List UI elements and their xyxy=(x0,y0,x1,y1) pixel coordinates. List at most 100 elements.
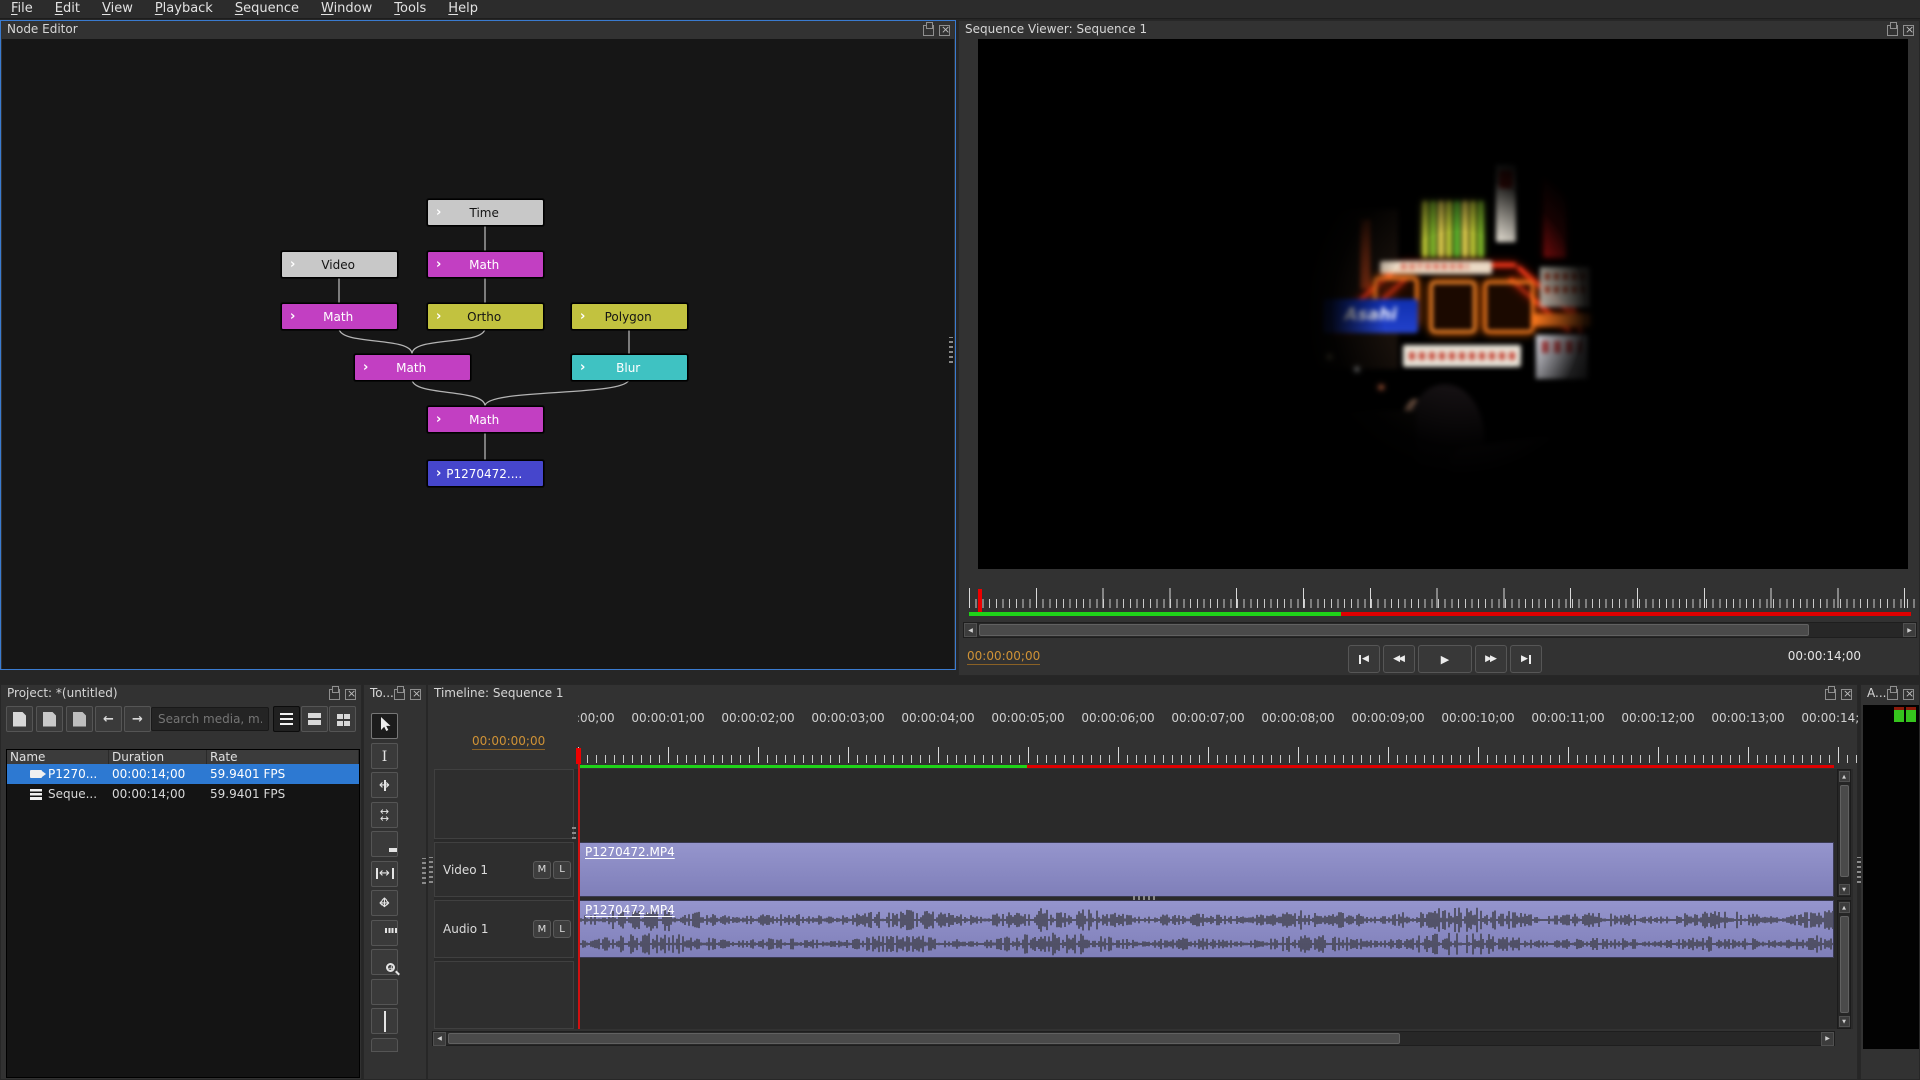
close-panel-icon[interactable] xyxy=(939,23,950,36)
close-panel-icon[interactable] xyxy=(345,687,356,700)
menu-file[interactable]: File xyxy=(0,0,44,19)
scroll-up-arrow[interactable]: ▲ xyxy=(1838,771,1850,782)
slip-tool-button[interactable]: ↔ xyxy=(371,860,398,887)
save-project-button[interactable] xyxy=(66,706,93,732)
rewind-button[interactable]: ◀◀ xyxy=(1383,645,1415,673)
node-graph-canvas[interactable]: › Time › Video › Math › Math › Ortho › Polygon › Math… xyxy=(2,39,954,669)
new-project-button[interactable] xyxy=(6,706,33,732)
lock-button[interactable]: L xyxy=(553,920,571,938)
timeline-playhead[interactable] xyxy=(576,748,581,764)
node-blur[interactable]: › Blur xyxy=(571,354,688,381)
menu-view[interactable]: View xyxy=(91,0,144,19)
scrollbar-thumb[interactable] xyxy=(979,624,1809,636)
skip-to-end-button[interactable]: ▶ xyxy=(1510,645,1542,673)
scroll-up-arrow[interactable]: ▲ xyxy=(1838,902,1850,913)
search-input[interactable] xyxy=(151,707,269,731)
scroll-down-arrow[interactable]: ▼ xyxy=(1838,1016,1850,1027)
scroll-right-arrow[interactable]: ▶ xyxy=(1903,623,1916,637)
menu-tools[interactable]: Tools xyxy=(383,0,437,19)
column-rate[interactable]: Rate xyxy=(207,750,359,764)
menu-sequence[interactable]: Sequence xyxy=(224,0,310,19)
node-polygon[interactable]: › Polygon xyxy=(571,303,688,330)
slide-tool-button[interactable]: ↔ ↕ xyxy=(371,890,398,916)
transition-tool-button[interactable] xyxy=(371,1008,398,1034)
table-header[interactable]: Name Duration Rate xyxy=(7,750,359,764)
scroll-left-arrow[interactable]: ◀ xyxy=(433,1031,446,1046)
node-output[interactable]: › P1270472.... xyxy=(427,460,544,487)
node-video[interactable]: › Video xyxy=(281,251,398,278)
node-math1[interactable]: › Math xyxy=(427,251,544,278)
edit-tool-button[interactable]: I xyxy=(371,742,398,769)
panel-resize-handle[interactable] xyxy=(422,858,426,884)
record-tool-button[interactable] xyxy=(371,978,398,1005)
track-header-video1[interactable]: Video 1 M L xyxy=(434,842,574,897)
fast-forward-button[interactable]: ▶▶ xyxy=(1475,645,1507,673)
media-row-video[interactable]: P1270... 00:00:14;00 59.9401 FPS xyxy=(7,764,359,784)
float-panel-icon[interactable] xyxy=(1887,686,1898,700)
skip-to-start-button[interactable]: ◀ xyxy=(1348,645,1380,673)
scroll-right-arrow[interactable]: ▶ xyxy=(1821,1031,1834,1046)
tool-add-button-partial[interactable] xyxy=(371,1038,398,1052)
ripple-tool-button[interactable]: ↔ xyxy=(371,772,398,798)
close-panel-icon[interactable] xyxy=(410,687,421,700)
float-panel-icon[interactable] xyxy=(394,686,405,700)
rolling-tool-button[interactable]: ↔ ↔ xyxy=(371,801,398,828)
panel-resize-handle[interactable] xyxy=(1857,857,1861,883)
float-panel-icon[interactable] xyxy=(1825,686,1836,700)
list-view-button[interactable] xyxy=(301,706,328,732)
timeline-horizontal-scrollbar[interactable]: ◀ ▶ xyxy=(432,1031,1835,1046)
panel-resize-handle[interactable] xyxy=(429,857,433,883)
menu-playback[interactable]: Playback xyxy=(144,0,224,19)
mute-button[interactable]: M xyxy=(533,860,551,879)
open-project-button[interactable] xyxy=(36,706,63,732)
current-timecode[interactable]: 00:00:00;00 xyxy=(967,649,1041,665)
menu-edit[interactable]: Edit xyxy=(44,0,91,19)
media-row-sequence[interactable]: Seque... 00:00:14;00 59.9401 FPS xyxy=(7,784,359,804)
node-math3[interactable]: › Math xyxy=(354,354,471,381)
video-clip[interactable]: P1270472.MP4 xyxy=(578,842,1834,897)
panel-resize-handle[interactable] xyxy=(949,337,953,363)
video-preview-canvas[interactable]: DOTONBORI Asahi xyxy=(978,39,1908,569)
icon-view-button[interactable] xyxy=(329,706,356,732)
node-ortho[interactable]: › Ortho xyxy=(427,303,544,330)
pointer-tool-button[interactable] xyxy=(371,713,398,739)
viewer-time-ruler[interactable] xyxy=(965,588,1915,613)
menu-window[interactable]: Window xyxy=(310,0,383,19)
redo-button[interactable]: → xyxy=(124,706,151,732)
float-panel-icon[interactable] xyxy=(329,686,340,700)
hand-tool-button[interactable] xyxy=(371,919,398,946)
tree-view-button[interactable] xyxy=(273,706,300,732)
menu-help[interactable]: Help xyxy=(437,0,489,19)
track-resize-handle[interactable] xyxy=(1133,896,1157,900)
video-tracks-scrollbar[interactable]: ▲ ▼ xyxy=(1837,769,1851,897)
undo-button[interactable]: ← xyxy=(95,706,122,732)
lock-button[interactable]: L xyxy=(553,860,571,879)
ruler-resize-handle[interactable] xyxy=(572,825,576,839)
play-button[interactable]: ▶ xyxy=(1418,645,1472,673)
scroll-down-arrow[interactable]: ▼ xyxy=(1838,884,1850,895)
timeline-ruler[interactable] xyxy=(578,746,1858,765)
column-duration[interactable]: Duration xyxy=(109,750,207,764)
close-panel-icon[interactable] xyxy=(1903,23,1914,36)
razor-tool-button[interactable] xyxy=(371,831,398,857)
scroll-left-arrow[interactable]: ◀ xyxy=(964,623,977,637)
scrollbar-thumb[interactable] xyxy=(1839,785,1849,877)
audio-clip[interactable]: P1270472.MP4 xyxy=(578,900,1834,958)
scrollbar-thumb[interactable] xyxy=(1839,916,1849,1013)
column-name[interactable]: Name xyxy=(7,750,109,764)
node-math2[interactable]: › Math xyxy=(281,303,398,330)
timeline-current-timecode[interactable]: 00:00:00;00 xyxy=(472,734,546,750)
zoom-tool-button[interactable]: + xyxy=(371,949,400,976)
node-time[interactable]: › Time xyxy=(427,199,544,226)
float-panel-icon[interactable] xyxy=(923,22,934,36)
track-header-empty-top[interactable] xyxy=(434,769,574,839)
track-header-audio1[interactable]: Audio 1 M L xyxy=(434,900,574,958)
float-panel-icon[interactable] xyxy=(1887,22,1898,36)
node-math4[interactable]: › Math xyxy=(427,406,544,433)
mute-button[interactable]: M xyxy=(533,920,551,938)
close-panel-icon[interactable] xyxy=(1841,687,1852,700)
close-panel-icon[interactable] xyxy=(1903,687,1914,700)
track-header-empty-bottom[interactable] xyxy=(434,961,574,1029)
scrollbar-thumb[interactable] xyxy=(448,1033,1400,1044)
viewer-horizontal-scrollbar[interactable]: ◀ ▶ xyxy=(963,622,1917,638)
